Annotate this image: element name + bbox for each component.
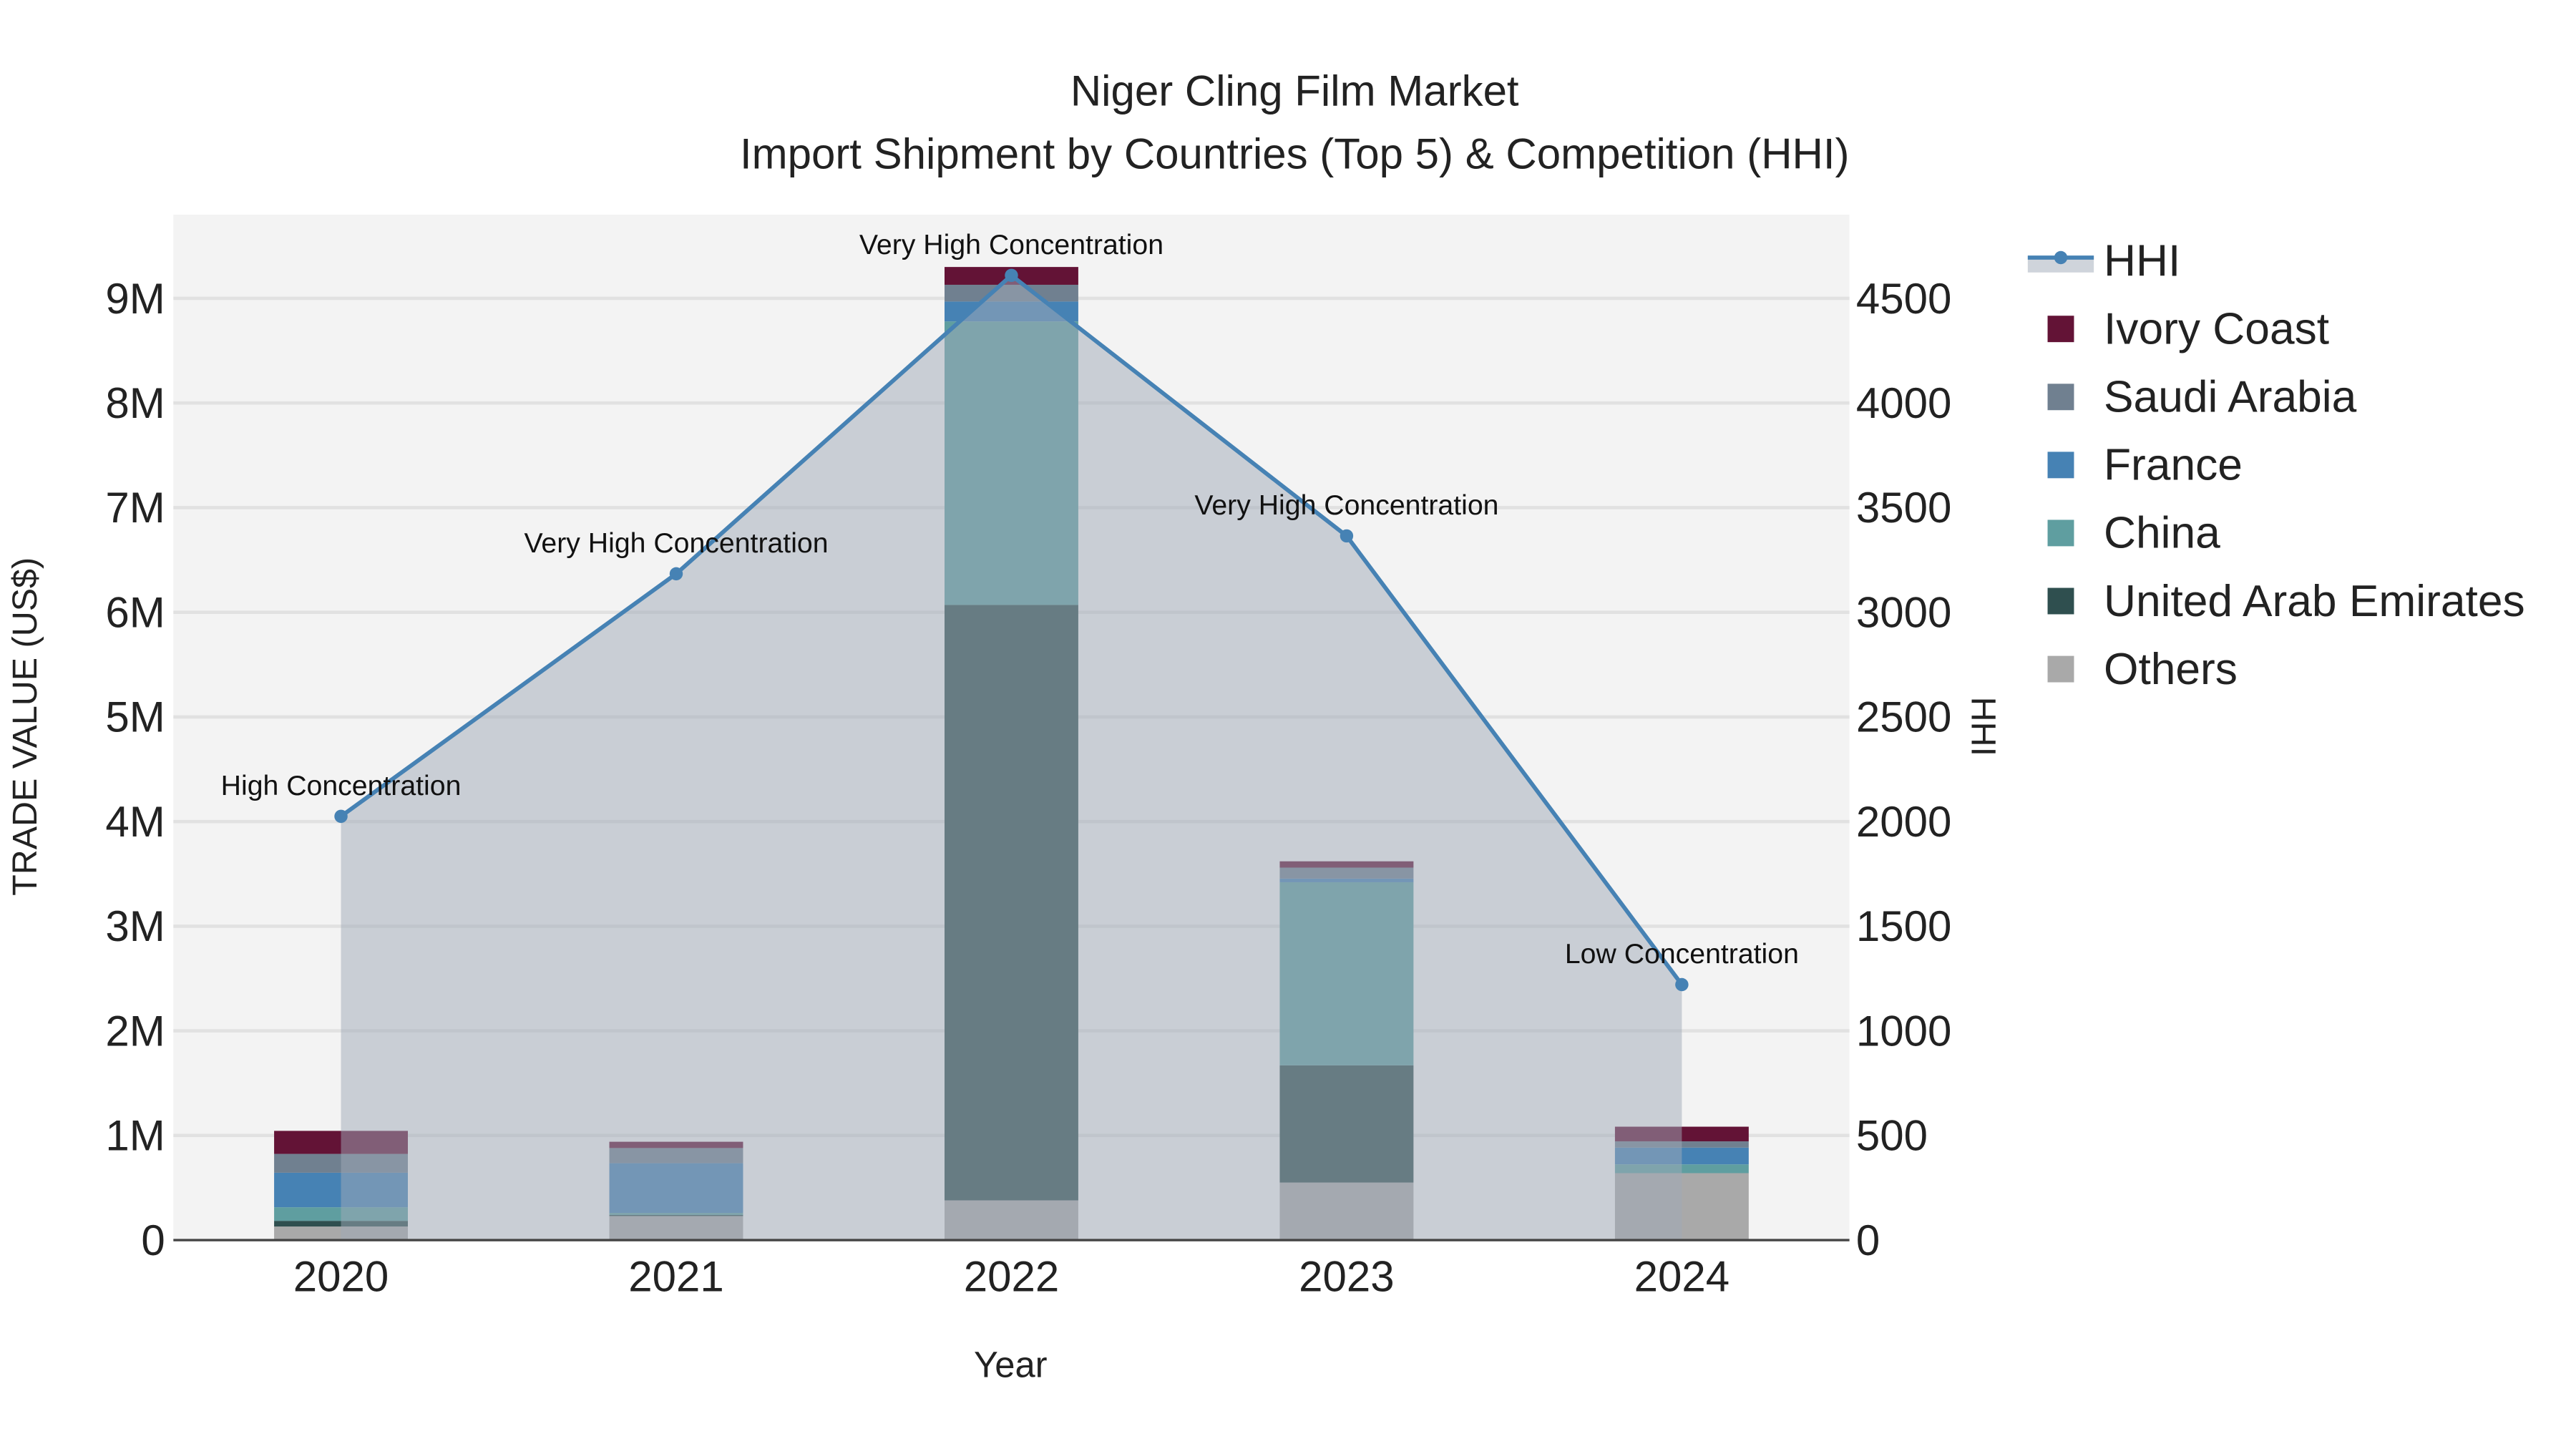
x-tick-label: 2020 <box>293 1253 389 1301</box>
y-tick-label: 8M <box>105 379 165 427</box>
y-tick-label: 3M <box>105 902 165 950</box>
legend-swatch-saudi-arabia <box>2047 384 2074 411</box>
hhi-point-2024 <box>1675 977 1689 992</box>
legend-label[interactable]: United Arab Emirates <box>2104 577 2525 626</box>
x-axis-label: Year <box>974 1345 1048 1385</box>
legend-swatch-others <box>2047 655 2074 683</box>
y-tick-label: 9M <box>105 275 165 323</box>
y-axis-label: TRADE VALUE (US$) <box>6 557 44 896</box>
chart-subtitle: Import Shipment by Countries (Top 5) & C… <box>740 130 1850 177</box>
legend-label[interactable]: China <box>2104 509 2220 558</box>
y2-tick-label: 1500 <box>1856 902 1951 950</box>
x-tick-label: 2023 <box>1299 1253 1394 1301</box>
legend-swatch-hhi-marker <box>2054 250 2068 265</box>
y2-tick-label: 3500 <box>1856 484 1951 532</box>
legend-label[interactable]: France <box>2104 441 2243 490</box>
x-tick-label: 2021 <box>628 1253 723 1301</box>
legend-label[interactable]: Ivory Coast <box>2104 304 2329 353</box>
y2-tick-label: 0 <box>1856 1216 1880 1264</box>
legend-swatch-ivory-coast <box>2047 316 2074 343</box>
legend-label[interactable]: Saudi Arabia <box>2104 373 2357 422</box>
y-tick-label: 1M <box>105 1112 165 1160</box>
y2-tick-label: 1000 <box>1856 1007 1951 1055</box>
legend-swatch-france <box>2047 452 2074 479</box>
hhi-point-2023 <box>1340 529 1354 543</box>
legend-label[interactable]: HHI <box>2104 236 2180 286</box>
y2-tick-label: 500 <box>1856 1112 1928 1160</box>
legend-swatch-china <box>2047 519 2074 547</box>
y-axis-ticks: 0 1M 2M 3M 4M 5M 6M 7M 8M 9M <box>105 275 165 1264</box>
hhi-annotation: Very High Concentration <box>859 229 1163 260</box>
x-tick-label: 2022 <box>964 1253 1059 1301</box>
y2-tick-label: 2000 <box>1856 798 1951 846</box>
y2-tick-label: 2500 <box>1856 693 1951 741</box>
hhi-point-2020 <box>334 809 348 824</box>
chart: Niger Cling Film Market Import Shipment … <box>6 67 2525 1385</box>
y2-axis-label: HHI <box>1963 697 2002 756</box>
y2-tick-label: 4000 <box>1856 379 1951 427</box>
hhi-annotation: High Concentration <box>221 770 462 801</box>
legend-label[interactable]: Others <box>2104 645 2238 694</box>
y2-tick-label: 4500 <box>1856 275 1951 323</box>
x-tick-label: 2024 <box>1634 1253 1729 1301</box>
chart-title: Niger Cling Film Market <box>1070 67 1519 115</box>
hhi-annotation: Low Concentration <box>1565 938 1799 970</box>
y-tick-label: 4M <box>105 798 165 846</box>
hhi-annotation: Very High Concentration <box>1194 489 1498 521</box>
y-tick-label: 2M <box>105 1007 165 1055</box>
y-tick-label: 0 <box>141 1216 165 1264</box>
x-axis-ticks: 2020 2021 2022 2023 2024 <box>293 1253 1729 1301</box>
y-tick-label: 6M <box>105 588 165 636</box>
hhi-point-2022 <box>1005 268 1018 283</box>
y-tick-label: 5M <box>105 693 165 741</box>
y2-axis-ticks: 0 500 1000 1500 2000 2500 3000 3500 4000 4500 <box>1856 275 1951 1264</box>
hhi-point-2021 <box>669 567 683 581</box>
y2-tick-label: 3000 <box>1856 588 1951 636</box>
legend: HHI Ivory Coast Saudi Arabia France China Uni… <box>2027 236 2525 694</box>
hhi-annotation: Very High Concentration <box>524 527 828 559</box>
y-tick-label: 7M <box>105 484 165 532</box>
legend-swatch-united-arab-emirates <box>2047 587 2074 615</box>
